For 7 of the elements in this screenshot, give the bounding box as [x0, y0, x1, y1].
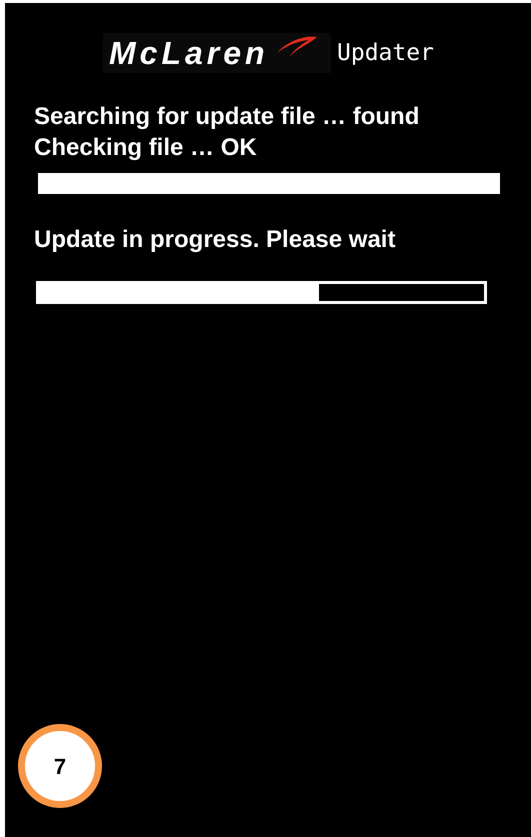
app-title: Updater — [337, 42, 434, 64]
logo-text: McLaren — [109, 37, 269, 69]
swoosh-icon — [275, 35, 319, 57]
status-line: Searching for update file … found — [34, 102, 420, 132]
status-line: Checking file … OK — [34, 133, 258, 163]
step-number-badge: 7 — [18, 724, 102, 808]
status-message: Update in progress. Please wait — [34, 225, 396, 255]
